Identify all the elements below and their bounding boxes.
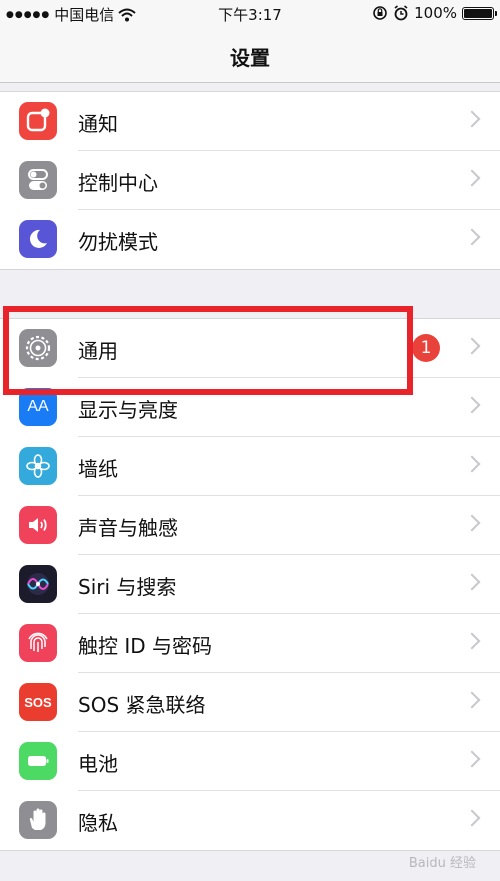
page-title: 设置: [230, 46, 270, 70]
rotation-lock-icon: [373, 6, 387, 20]
chevron-right-icon: [463, 750, 481, 768]
settings-row-label: 通用: [78, 339, 118, 363]
settings-row-label: 隐私: [78, 811, 118, 835]
settings-row-label: 电池: [78, 752, 118, 776]
settings-row-label: 通知: [78, 112, 118, 136]
settings-row-label: SOS 紧急联络: [78, 693, 206, 717]
control-center-icon: [19, 161, 57, 199]
settings-row-display-brightness[interactable]: AA 显示与亮度: [0, 378, 500, 437]
wifi-icon: [118, 8, 136, 21]
settings-row-label: 控制中心: [78, 171, 158, 195]
navigation-bar: 设置: [0, 28, 500, 83]
notifications-icon: [19, 102, 57, 140]
battery-icon: [19, 742, 57, 780]
chevron-right-icon: [463, 337, 481, 355]
settings-row-battery[interactable]: 电池: [0, 732, 500, 791]
chevron-right-icon: [463, 169, 481, 187]
battery-percent: 100%: [414, 4, 457, 22]
battery-status-icon: [462, 6, 497, 20]
carrier-label: 中国电信: [54, 6, 115, 24]
settings-group-1: 通知 控制中心 勿扰模式: [0, 91, 500, 270]
settings-row-privacy[interactable]: 隐私: [0, 791, 500, 850]
wallpaper-icon: [19, 447, 57, 485]
fingerprint-icon: [19, 624, 57, 662]
chevron-right-icon: [463, 573, 481, 591]
chevron-right-icon: [463, 110, 481, 128]
settings-row-label: Siri 与搜索: [78, 575, 177, 599]
settings-row-sounds-haptics[interactable]: 声音与触感: [0, 496, 500, 555]
settings-row-label: 墙纸: [78, 457, 118, 481]
chevron-right-icon: [463, 396, 481, 414]
gear-icon: [19, 329, 57, 367]
siri-icon: [19, 565, 57, 603]
settings-row-control-center[interactable]: 控制中心: [0, 151, 500, 210]
settings-row-label: 声音与触感: [78, 516, 178, 540]
hand-icon: [19, 801, 57, 839]
settings-row-notifications[interactable]: 通知: [0, 92, 500, 151]
chevron-right-icon: [463, 691, 481, 709]
chevron-right-icon: [463, 514, 481, 532]
alarm-icon: [394, 5, 408, 21]
chevron-right-icon: [463, 809, 481, 827]
display-icon-text: AA: [27, 398, 49, 415]
chevron-right-icon: [463, 455, 481, 473]
settings-row-label: 勿扰模式: [78, 230, 158, 254]
settings-row-label: 显示与亮度: [78, 398, 178, 422]
sos-icon: SOS: [19, 683, 57, 721]
settings-row-wallpaper[interactable]: 墙纸: [0, 437, 500, 496]
chevron-right-icon: [463, 228, 481, 246]
watermark: Baidu 经验: [408, 856, 476, 871]
status-time: 下午3:17: [218, 6, 282, 24]
settings-row-label: 触控 ID 与密码: [78, 634, 213, 658]
moon-icon: [19, 220, 57, 258]
speaker-icon: [19, 506, 57, 544]
settings-row-touch-id-passcode[interactable]: 触控 ID 与密码: [0, 614, 500, 673]
notification-badge: 1: [412, 334, 440, 362]
settings-group-2: 通用 1 AA 显示与亮度 墙纸 声音与触感 Siri 与搜索 触控 ID 与密…: [0, 318, 500, 851]
settings-row-do-not-disturb[interactable]: 勿扰模式: [0, 210, 500, 269]
settings-row-siri-search[interactable]: Siri 与搜索: [0, 555, 500, 614]
display-brightness-icon: AA: [19, 388, 57, 426]
sos-icon-text: SOS: [24, 694, 52, 710]
chevron-right-icon: [463, 632, 481, 650]
signal-icon: ●●●●●: [6, 9, 51, 20]
status-bar: ●●●●● 中国电信 下午3:17 100%: [0, 0, 500, 28]
settings-row-general[interactable]: 通用 1: [0, 319, 500, 378]
settings-row-emergency-sos[interactable]: SOS SOS 紧急联络: [0, 673, 500, 732]
